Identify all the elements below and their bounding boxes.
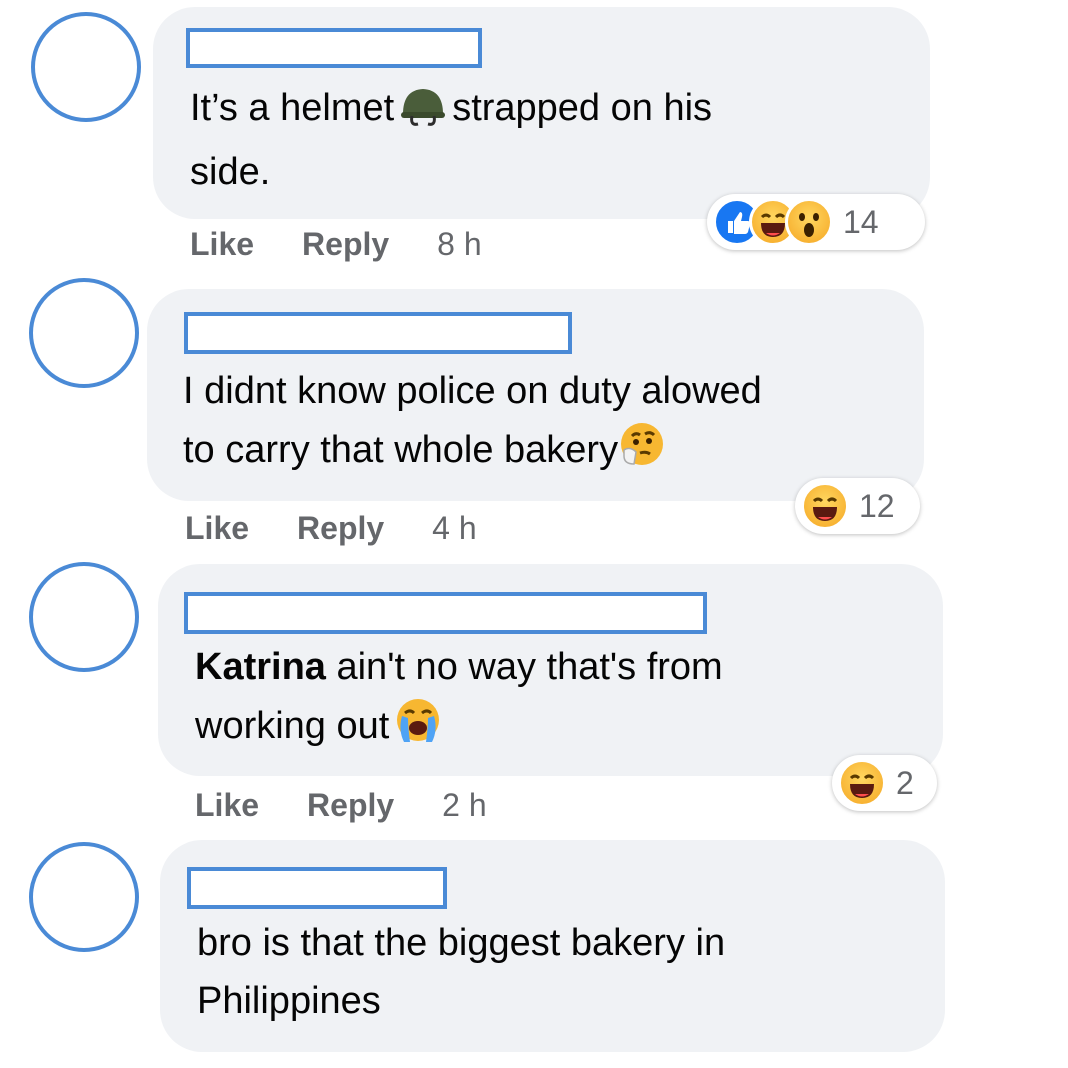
helmet-icon xyxy=(398,84,448,143)
author-name-redacted[interactable] xyxy=(184,592,707,634)
reaction-summary[interactable]: 14 xyxy=(707,194,925,250)
haha-reaction-icon xyxy=(838,759,886,807)
crying-face-icon xyxy=(393,696,443,761)
comment-text-part: It’s a helmet xyxy=(190,87,395,129)
like-button[interactable]: Like xyxy=(185,510,249,547)
comment-text-part: side. xyxy=(190,151,271,193)
avatar[interactable] xyxy=(29,278,139,388)
avatar[interactable] xyxy=(29,842,139,952)
reaction-summary[interactable]: 2 xyxy=(832,755,937,811)
comment-text-part: I didnt know police on duty alowed xyxy=(183,370,762,412)
comment-bubble: bro is that the biggest bakery in Philip… xyxy=(160,840,945,1052)
thinking-face-icon xyxy=(618,420,666,485)
reply-button[interactable]: Reply xyxy=(297,510,384,547)
like-button[interactable]: Like xyxy=(195,787,259,824)
comment-text-part: to carry that whole bakery xyxy=(183,429,619,471)
comment-text: Katrina ain't no way that's from working… xyxy=(195,638,925,761)
avatar[interactable] xyxy=(29,562,139,672)
like-button[interactable]: Like xyxy=(190,226,254,263)
comment-bubble: It’s a helmet strapped on his side. xyxy=(153,7,930,219)
timestamp[interactable]: 8 h xyxy=(437,226,481,263)
comment-text-part: strapped on his xyxy=(452,87,713,129)
reply-button[interactable]: Reply xyxy=(302,226,389,263)
reply-button[interactable]: Reply xyxy=(307,787,394,824)
comment-actions: Like Reply 8 h xyxy=(190,226,482,263)
reaction-count: 12 xyxy=(859,487,895,524)
comment-text-part: bro is that the biggest bakery in xyxy=(197,922,726,964)
comment-text: bro is that the biggest bakery in Philip… xyxy=(197,914,927,1030)
haha-reaction-icon xyxy=(801,482,849,530)
timestamp[interactable]: 2 h xyxy=(442,787,486,824)
comment-text: It’s a helmet strapped on his side. xyxy=(190,79,910,201)
reaction-count: 14 xyxy=(843,203,879,240)
comment-text-part: ain't no way that's from xyxy=(325,646,723,688)
avatar[interactable] xyxy=(31,12,141,122)
comment-actions: Like Reply 2 h xyxy=(195,787,487,824)
reaction-count: 2 xyxy=(896,764,914,801)
comment-actions: Like Reply 4 h xyxy=(185,510,477,547)
wow-reaction-icon xyxy=(785,198,833,246)
author-name-redacted[interactable] xyxy=(187,867,447,909)
comment-text: I didnt know police on duty alowed to ca… xyxy=(183,362,913,485)
comment-bubble: Katrina ain't no way that's from working… xyxy=(158,564,943,776)
reaction-summary[interactable]: 12 xyxy=(795,478,920,534)
comment-text-part: Philippines xyxy=(197,980,381,1022)
mention-link[interactable]: Katrina xyxy=(195,646,326,688)
timestamp[interactable]: 4 h xyxy=(432,510,476,547)
author-name-redacted[interactable] xyxy=(186,28,482,68)
comment-bubble: I didnt know police on duty alowed to ca… xyxy=(147,289,924,501)
comment-text-part: working out xyxy=(195,705,390,747)
author-name-redacted[interactable] xyxy=(184,312,572,354)
